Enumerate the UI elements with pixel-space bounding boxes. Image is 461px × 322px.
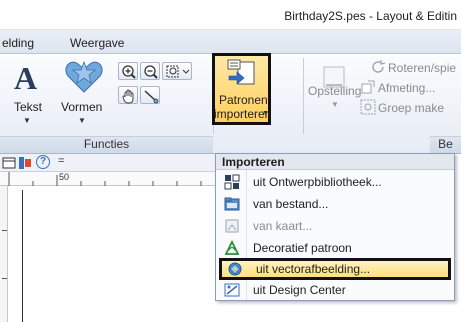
chevron-down-icon: ▼: [23, 116, 31, 125]
size-button[interactable]: Afmeting...: [360, 78, 461, 98]
rotate-icon: [372, 60, 386, 73]
group-icon: [360, 99, 376, 115]
zoom-in-button[interactable]: [118, 62, 138, 80]
menu-item-from-card: van kaart...: [216, 215, 454, 237]
vector-image-icon: [228, 262, 242, 276]
menu-item-from-vector-image[interactable]: uit vectorafbeelding...: [219, 258, 451, 280]
arrange-button-label: Opstelling: [308, 84, 362, 98]
zoom-fit-icon: [166, 65, 190, 78]
import-dropdown-menu: Importeren uit Ontwerpbibliotheek... van…: [215, 153, 455, 301]
help-icon[interactable]: ?: [36, 155, 50, 169]
menu-item-label: uit vectorafbeelding...: [256, 262, 371, 276]
pan-button[interactable]: [118, 86, 138, 104]
measure-button[interactable]: [140, 86, 160, 104]
import-patterns-label-line1: Patronen: [219, 93, 268, 107]
shapes-button-label: Vormen: [61, 100, 103, 114]
edit-group-label: Be: [430, 136, 461, 153]
make-group-button[interactable]: Groep make: [360, 98, 461, 118]
shapes-button[interactable]: Vormen ▼: [58, 58, 108, 132]
quick-toolbar: ? =: [0, 154, 215, 172]
arrange-button[interactable]: Opstelling ▼: [307, 58, 361, 132]
ribbon-tab-bar: elding Weergave: [0, 30, 461, 54]
rotate-mirror-label: Roteren/spie: [388, 61, 457, 75]
import-patterns-button[interactable]: Patronen importeren ▼: [212, 53, 271, 125]
text-button-label: Tekst: [14, 100, 43, 114]
ruler-mark-label: 50: [59, 172, 70, 182]
decorative-pattern-icon: [224, 240, 240, 255]
menu-item-label: uit Ontwerpbibliotheek...: [253, 175, 382, 189]
chevron-down-icon: ▼: [262, 110, 269, 117]
menu-item-design-library[interactable]: uit Ontwerpbibliotheek...: [216, 171, 454, 193]
menu-item-label: uit Design Center: [253, 283, 346, 297]
menu-header: Importeren: [216, 154, 454, 170]
menu-item-decorative-pattern[interactable]: Decoratief patroon: [216, 237, 454, 259]
zoom-out-button[interactable]: [140, 62, 160, 80]
chevron-down-icon: ▼: [78, 116, 86, 125]
heart-star-icon: [65, 60, 103, 93]
text-button[interactable]: A Tekst ▼: [8, 58, 52, 132]
ruler-ticks: [8, 172, 202, 186]
card-icon: [225, 219, 239, 233]
design-canvas[interactable]: [0, 186, 215, 322]
menu-item-label: van kaart...: [253, 219, 313, 233]
zoom-fit-button[interactable]: [162, 62, 192, 80]
vertical-ruler: [0, 186, 8, 322]
letter-a-icon: A: [14, 60, 38, 96]
design-center-icon: [224, 283, 240, 297]
horizontal-ruler: 50: [0, 172, 215, 186]
ribbon-separator: [303, 58, 304, 134]
menu-item-from-file[interactable]: van bestand...: [216, 193, 454, 215]
hoop-border: [22, 190, 23, 322]
zoom-in-icon: [122, 65, 136, 79]
tab-bewerken[interactable]: elding: [2, 36, 34, 50]
rotate-mirror-button[interactable]: Roteren/spie: [370, 58, 461, 78]
window-title: Birthday2S.pes - Layout & Editin: [284, 9, 457, 23]
size-label: Afmeting...: [378, 81, 436, 95]
chevron-down-icon: ▼: [331, 100, 339, 109]
import-pattern-icon: [227, 59, 255, 85]
library-icon: [224, 174, 240, 190]
zoom-out-icon: [144, 65, 158, 79]
window-icon[interactable]: [2, 156, 16, 170]
menu-item-label: van bestand...: [253, 197, 329, 211]
functions-group-label: Functies: [0, 136, 213, 153]
ruler-tick: [2, 230, 7, 231]
size-icon: [361, 80, 375, 94]
make-group-label: Groep make: [378, 101, 445, 115]
layout-icon[interactable]: [18, 156, 32, 170]
tab-weergave[interactable]: Weergave: [70, 36, 124, 50]
hand-icon: [122, 89, 134, 104]
ruler-tick: [2, 278, 7, 279]
customize-toolbar-icon[interactable]: =: [58, 155, 64, 167]
measure-icon: [144, 90, 159, 104]
menu-item-label: Decoratief patroon: [253, 241, 352, 255]
menu-item-design-center[interactable]: uit Design Center: [216, 279, 454, 301]
title-bar: Birthday2S.pes - Layout & Editin: [0, 0, 461, 30]
folder-icon: [224, 197, 240, 211]
